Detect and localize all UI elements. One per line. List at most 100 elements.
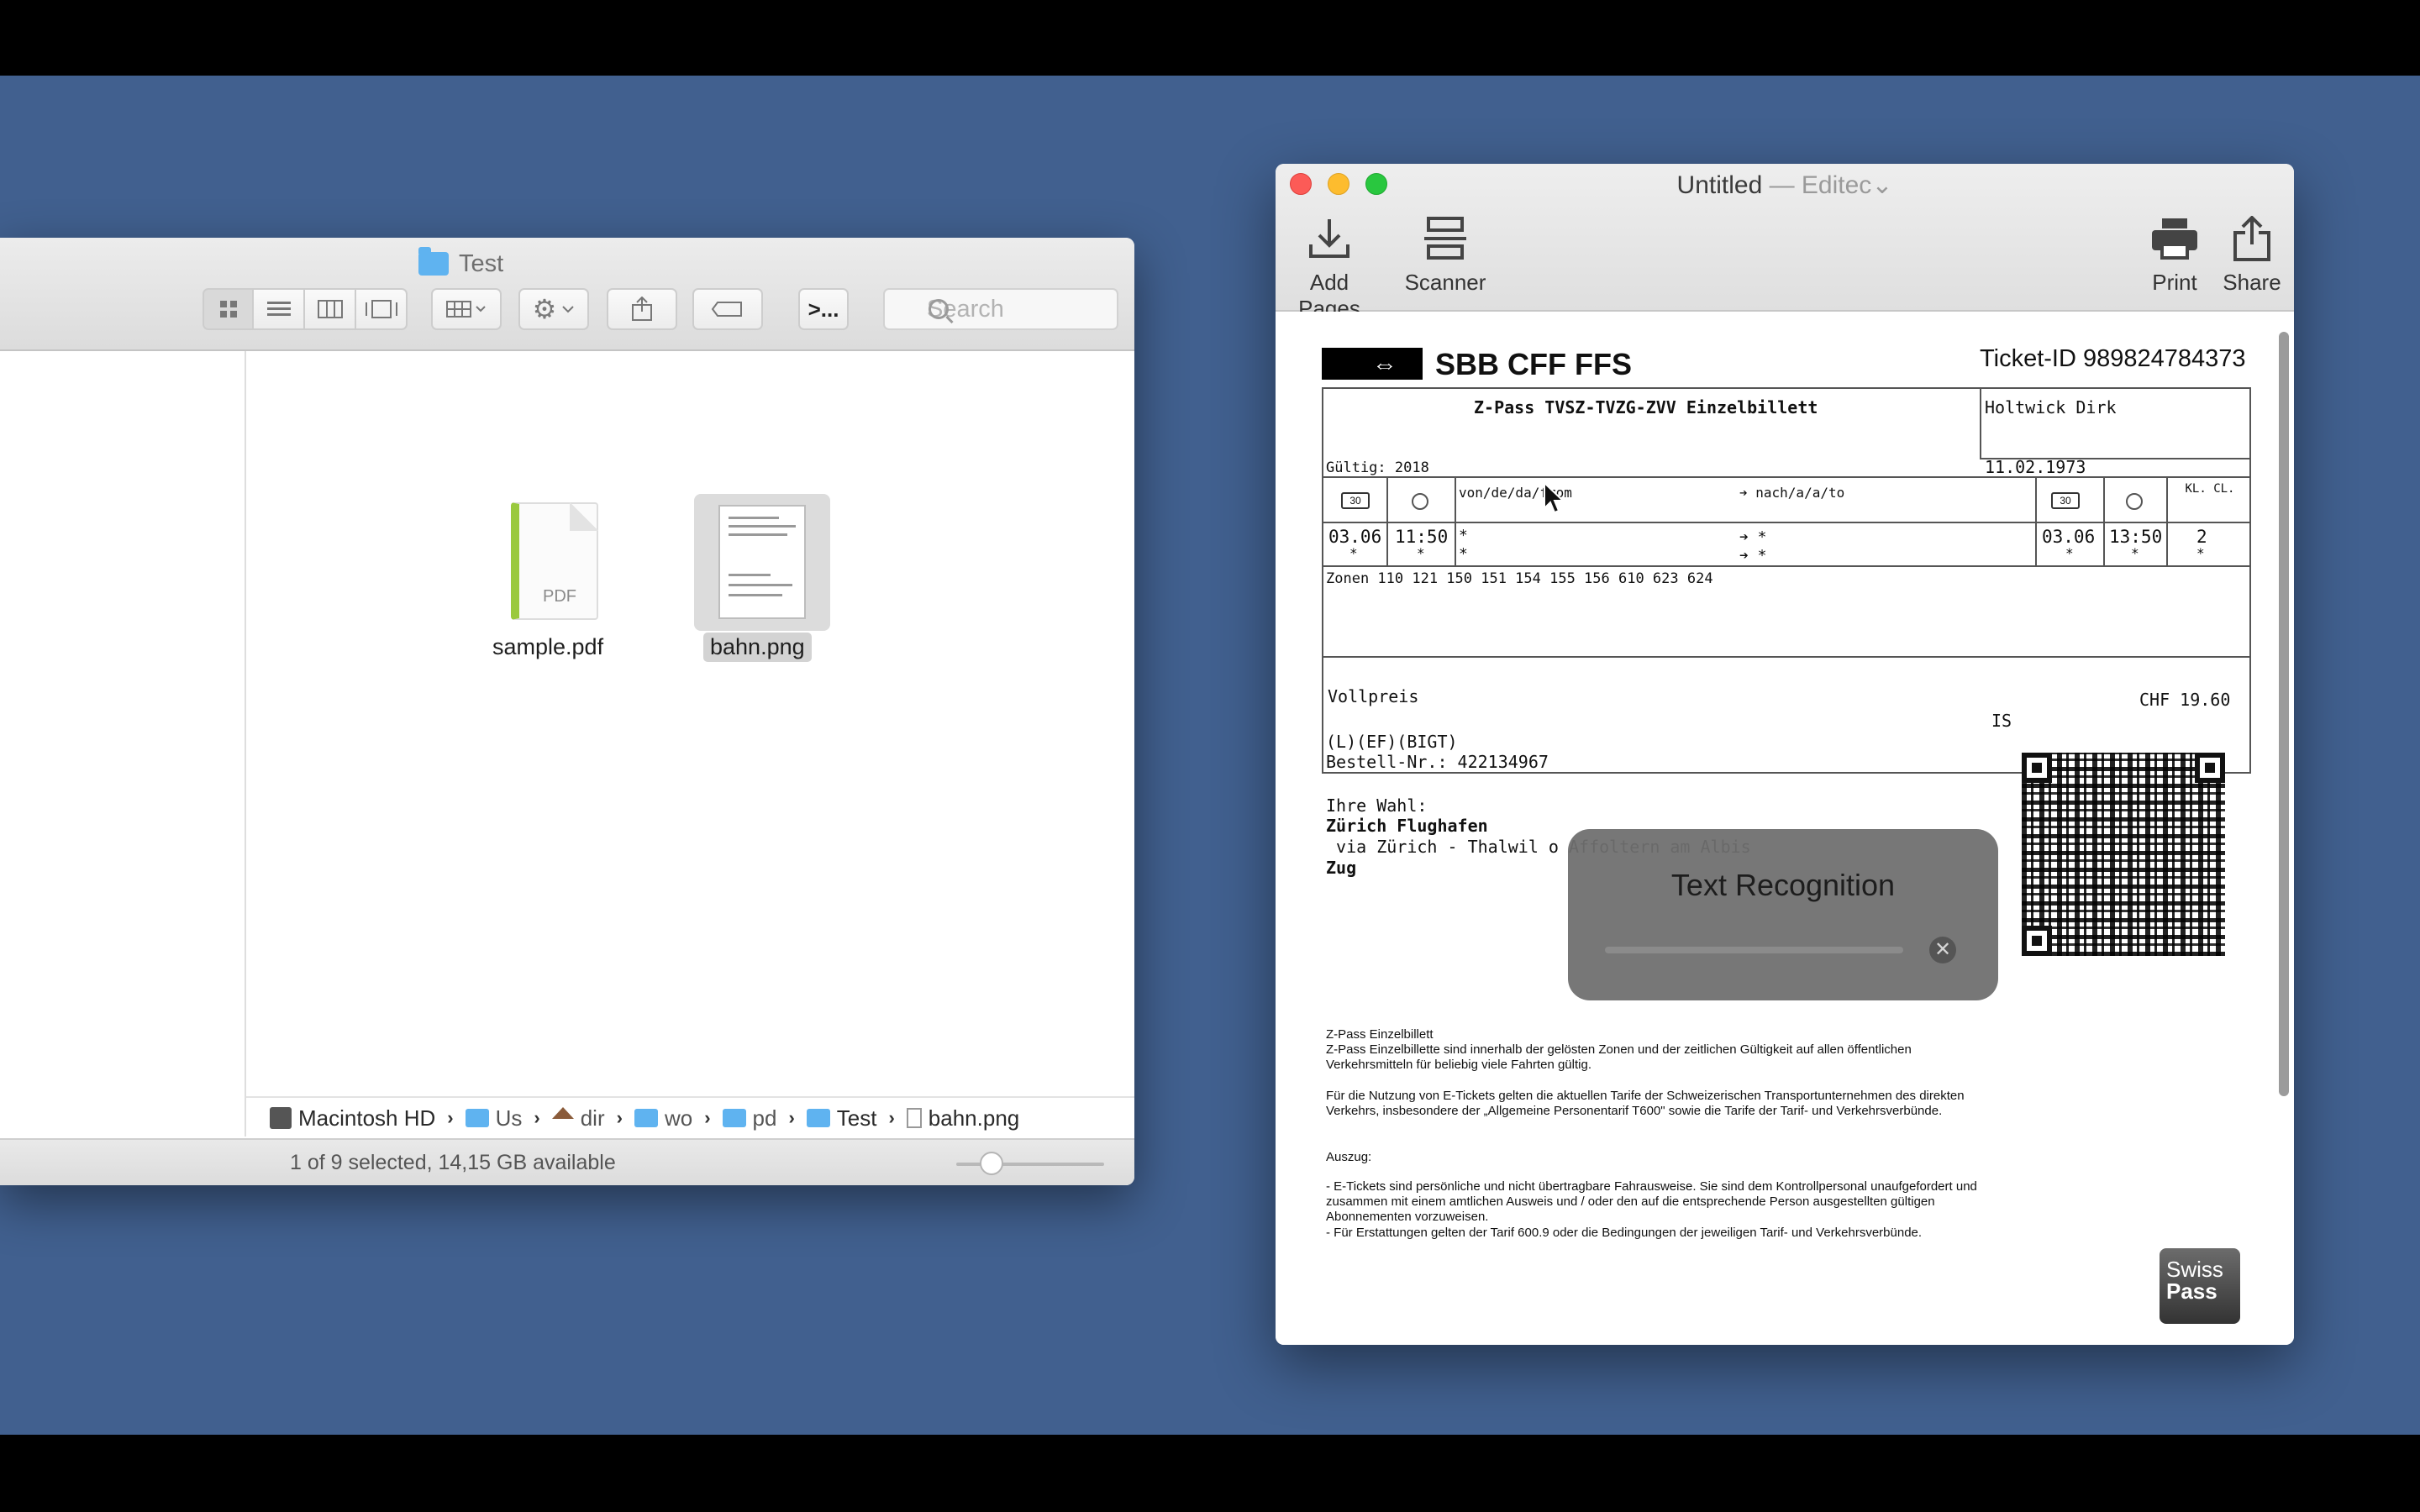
print-button[interactable]: Print	[2143, 216, 2207, 296]
download-tray-icon	[1309, 219, 1349, 258]
text-recognition-title: Text Recognition	[1670, 868, 1896, 902]
finder-window: Test ⚙ >... Search PDF sample.pdf bahn.p…	[0, 238, 1134, 1185]
to-value-2: ➔ *	[1739, 547, 1767, 564]
fare-type: Vollpreis	[1328, 686, 1419, 706]
path-item-home[interactable]: dir	[551, 1105, 605, 1131]
path-item-bahn-png[interactable]: bahn.png	[906, 1105, 1019, 1131]
to-value: ➔ *	[1739, 528, 1767, 546]
path-item-test[interactable]: Test	[806, 1105, 877, 1131]
editor-title[interactable]: Untitled — Editec⌄	[1276, 171, 2294, 200]
from-value: *	[1459, 527, 1468, 544]
tag-icon	[711, 302, 742, 317]
icon-view-button[interactable]	[203, 288, 254, 330]
clock-icon	[2126, 493, 2143, 510]
fineprint-2: Für die Nutzung von E-Tickets gelten die…	[1326, 1089, 1965, 1118]
departure-time: 11:50	[1395, 527, 1449, 547]
cancel-recognition-button[interactable]: ✕	[1929, 937, 1956, 963]
share-icon	[632, 297, 652, 321]
share-button[interactable]: Share	[2220, 216, 2284, 296]
add-pages-button[interactable]: Add Pages	[1289, 216, 1370, 322]
fineprint-4: - E-Tickets sind persönliche und nicht ü…	[1326, 1179, 1977, 1224]
folder-icon	[722, 1109, 746, 1127]
png-file-icon[interactable]	[718, 505, 806, 619]
choice-label: Ihre Wahl:	[1326, 795, 1428, 816]
chevron-down-icon	[562, 306, 575, 313]
text-recognition-popup: Text Recognition ✕	[1568, 829, 1998, 1000]
path-label: Test	[836, 1105, 877, 1131]
document-title: Untitled	[1676, 171, 1763, 199]
vertical-scrollbar[interactable]	[2279, 332, 2289, 1096]
folder-icon	[465, 1109, 489, 1127]
printer-icon	[2152, 218, 2197, 260]
pdf-file-icon[interactable]: PDF	[511, 502, 598, 620]
letterbox-top	[0, 0, 2420, 76]
mouse-pointer-icon	[1544, 481, 1565, 514]
class-label: KL. CL.	[2185, 482, 2235, 496]
zones-frame	[1322, 565, 2251, 774]
path-label: Us	[495, 1105, 523, 1131]
sbb-logo: ⇔	[1322, 348, 1423, 380]
divider	[1322, 522, 2251, 523]
arrange-grid-chevron-icon	[446, 301, 486, 318]
ticket-qr-code	[2022, 753, 2225, 956]
calendar-icon: 30	[2051, 492, 2080, 509]
fineprint-3: Auszug:	[1326, 1150, 1372, 1164]
status-text: 1 of 9 selected, 14,15 GB available	[290, 1151, 616, 1174]
editor-titlebar: Untitled — Editec⌄ Add Pages Scanner Pri…	[1276, 164, 2294, 321]
action-gear-button[interactable]: ⚙	[518, 288, 589, 330]
grid-icon	[219, 301, 237, 318]
path-item-work[interactable]: wo	[634, 1105, 692, 1131]
arrange-button[interactable]	[431, 288, 502, 330]
file-name-bahn-png[interactable]: bahn.png	[703, 633, 812, 662]
open-terminal-button[interactable]: >...	[798, 288, 849, 330]
ticket-birthdate: 11.02.1973	[1985, 457, 2086, 477]
list-view-button[interactable]	[254, 288, 305, 330]
path-separator: ›	[534, 1107, 540, 1128]
finder-search-field[interactable]: Search	[883, 288, 1118, 330]
arrival-date: 03.06	[2042, 527, 2096, 547]
share-button[interactable]	[607, 288, 677, 330]
action-group: ⚙	[518, 288, 589, 330]
file-name-sample-pdf[interactable]: sample.pdf	[492, 634, 603, 660]
path-item-users[interactable]: Us	[465, 1105, 523, 1131]
icon-size-slider-knob[interactable]	[980, 1152, 1003, 1175]
path-label: Macintosh HD	[298, 1105, 436, 1131]
gallery-view-button[interactable]	[356, 288, 408, 330]
clock-icon	[1412, 493, 1428, 510]
document-icon	[906, 1108, 922, 1128]
divider	[2103, 476, 2105, 567]
star-mark: *	[2196, 545, 2205, 561]
title-separator: —	[1762, 171, 1802, 199]
title-chevron-icon: ⌄	[1871, 171, 1893, 199]
thumb-line	[729, 517, 779, 519]
ticket-product: Z-Pass TVSZ-TVZG-ZVV Einzelbillett	[1474, 397, 1818, 417]
star-mark: *	[2131, 545, 2139, 561]
editor-window: Untitled — Editec⌄ Add Pages Scanner Pri…	[1276, 164, 2294, 1345]
divider	[1322, 656, 2251, 658]
column-view-button[interactable]	[305, 288, 356, 330]
tag-group	[692, 288, 763, 330]
ticket-price: CHF 19.60	[2139, 690, 2231, 710]
divider	[2166, 476, 2168, 567]
arrange-group	[431, 288, 502, 330]
path-item-macintosh-hd[interactable]: Macintosh HD	[270, 1105, 435, 1131]
thumb-line	[729, 525, 796, 528]
folder-icon	[418, 247, 449, 276]
swisspass-logo: Swiss Pass	[2160, 1248, 2240, 1324]
qr-finder	[2195, 753, 2225, 783]
fineprint-title: Z-Pass Einzelbillett	[1326, 1027, 1434, 1042]
scanner-icon	[1424, 217, 1466, 260]
tag-button[interactable]	[692, 288, 763, 330]
path-item-pdf[interactable]: pd	[722, 1105, 776, 1131]
arrival-time: 13:50	[2109, 527, 2163, 547]
share-icon	[2233, 216, 2270, 261]
path-separator: ›	[447, 1107, 454, 1128]
thumb-line	[729, 533, 787, 536]
scanner-button[interactable]: Scanner	[1403, 216, 1487, 296]
document-page: ⇔ SBB CFF FFS Ticket-ID 989824784373 Z-P…	[1276, 312, 2294, 1345]
divider	[1322, 476, 2251, 478]
fineprint-1: Z-Pass Einzelbillette sind innerhalb der…	[1326, 1042, 1912, 1072]
search-icon	[929, 299, 949, 319]
text-recognition-progress	[1605, 947, 1903, 953]
icon-size-slider-track[interactable]	[956, 1163, 1104, 1166]
